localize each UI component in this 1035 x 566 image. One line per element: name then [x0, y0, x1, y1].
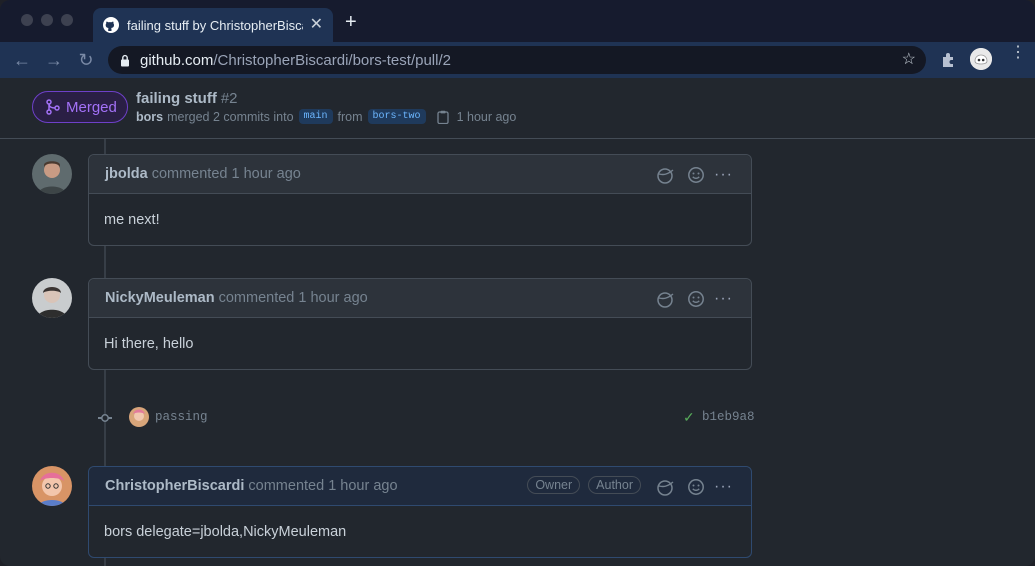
back-icon[interactable]: ←: [12, 50, 32, 70]
browser-toolbar: ← → ↻ github.com/ChristopherBiscardi/bor…: [0, 42, 1035, 78]
maximize-window-button[interactable]: [61, 14, 73, 26]
git-merge-icon: [46, 99, 60, 115]
url-path: /ChristopherBiscardi/bors-test/pull/2: [213, 51, 451, 69]
author-labels: Owner Author: [519, 476, 641, 494]
comment-body: me next!: [104, 211, 160, 228]
comment-actions: ···: [646, 477, 733, 497]
merged-status-badge: Merged: [32, 91, 128, 123]
browser-tab[interactable]: failing stuff by ChristopherBiscardi ✕: [93, 8, 333, 42]
avatar-photo: [129, 407, 149, 427]
comment-header: jbolda commented 1 hour ago ···: [89, 155, 751, 194]
close-window-button[interactable]: [21, 14, 33, 26]
comment-author[interactable]: jbolda: [105, 166, 148, 182]
extensions-puzzle-icon[interactable]: [940, 51, 958, 69]
comment-meta[interactable]: commented 1 hour ago: [248, 478, 397, 494]
forward-icon[interactable]: →: [44, 50, 64, 70]
merged-text: merged 2 commits into: [167, 109, 294, 124]
merger-link[interactable]: bors: [136, 110, 163, 124]
comment-card: jbolda commented 1 hour ago ··· me next!: [88, 154, 752, 246]
url-host: github.com: [140, 51, 214, 69]
avatar-photo: [32, 154, 72, 194]
copilot-sparkle-icon[interactable]: [656, 165, 676, 185]
avatar-jbolda[interactable]: [32, 154, 72, 194]
pr-timeline: jbolda commented 1 hour ago ··· me next!: [0, 139, 1035, 566]
author-label: Author: [588, 476, 641, 494]
check-icon[interactable]: ✓: [683, 409, 695, 426]
comment-author[interactable]: ChristopherBiscardi: [105, 478, 244, 494]
more-options-icon[interactable]: ···: [714, 290, 733, 308]
tab-strip: failing stuff by ChristopherBiscardi ✕ +: [0, 0, 1035, 42]
copy-clipboard-icon[interactable]: [436, 110, 449, 124]
pr-number: #2: [220, 90, 238, 107]
reload-icon[interactable]: ↻: [76, 50, 96, 70]
avatar-christopherbiscardi[interactable]: [32, 466, 72, 506]
commit-author-avatar[interactable]: [129, 407, 149, 427]
github-icon: [103, 17, 119, 33]
comment-author[interactable]: NickyMeuleman: [105, 290, 215, 306]
reaction-smiley-icon[interactable]: [686, 289, 706, 309]
comment-body: Hi there, hello: [104, 335, 194, 352]
avatar-photo: [32, 466, 72, 506]
comment-card: ChristopherBiscardi commented 1 hour ago…: [88, 466, 752, 558]
profile-avatar[interactable]: [970, 48, 992, 70]
minimize-window-button[interactable]: [41, 14, 53, 26]
comment-meta[interactable]: commented 1 hour ago: [219, 290, 368, 306]
comment-actions: ···: [646, 165, 733, 185]
url-text: github.com/ChristopherBiscardi/bors-test…: [140, 52, 451, 69]
browser-menu-icon[interactable]: ⋮: [1010, 45, 1026, 61]
copilot-sparkle-icon[interactable]: [656, 477, 676, 497]
address-bar[interactable]: github.com/ChristopherBiscardi/bors-test…: [108, 46, 926, 74]
merged-time: 1 hour ago: [456, 109, 517, 124]
commit-sha-link[interactable]: b1eb9a8: [702, 410, 755, 424]
comment-body: bors delegate=jbolda,NickyMeuleman: [104, 523, 347, 540]
avatar-nickymeuleman[interactable]: [32, 278, 72, 318]
more-options-icon[interactable]: ···: [714, 166, 733, 184]
reaction-smiley-icon[interactable]: [686, 165, 706, 185]
comment-card: NickyMeuleman commented 1 hour ago ··· H…: [88, 278, 752, 370]
merged-status-label: Merged: [66, 98, 117, 116]
bookmark-star-icon[interactable]: ☆: [902, 51, 916, 69]
avatar-photo: [32, 278, 72, 318]
lock-icon: [121, 54, 129, 66]
profile-ghost-icon: [970, 48, 992, 70]
comment-header: NickyMeuleman commented 1 hour ago ···: [89, 279, 751, 318]
comment-meta[interactable]: commented 1 hour ago: [152, 166, 301, 182]
from-text: from: [337, 109, 363, 124]
commit-message-link[interactable]: passing: [155, 410, 208, 424]
reaction-smiley-icon[interactable]: [686, 477, 706, 497]
comment-header: ChristopherBiscardi commented 1 hour ago…: [89, 467, 751, 506]
pr-title-text: failing stuff: [136, 90, 217, 107]
commit-row: passing ✓ b1eb9a8: [96, 406, 755, 430]
browser-window: failing stuff by ChristopherBiscardi ✕ +…: [0, 0, 1035, 566]
pr-title: failing stuff #2: [136, 90, 238, 107]
head-branch-label[interactable]: bors-two: [367, 109, 426, 124]
pr-sticky-header: Merged failing stuff #2 bors merged 2 com…: [0, 78, 1035, 139]
copilot-sparkle-icon[interactable]: [656, 289, 676, 309]
close-tab-icon[interactable]: ✕: [310, 16, 323, 34]
owner-label: Owner: [527, 476, 581, 494]
pr-meta: bors merged 2 commits into main from bor…: [136, 109, 516, 124]
base-branch-label[interactable]: main: [298, 109, 333, 124]
comment-actions: ···: [646, 289, 733, 309]
git-commit-icon: [98, 414, 112, 422]
more-options-icon[interactable]: ···: [714, 478, 733, 496]
tab-title: failing stuff by ChristopherBiscardi: [127, 17, 303, 33]
new-tab-button[interactable]: +: [345, 12, 357, 32]
